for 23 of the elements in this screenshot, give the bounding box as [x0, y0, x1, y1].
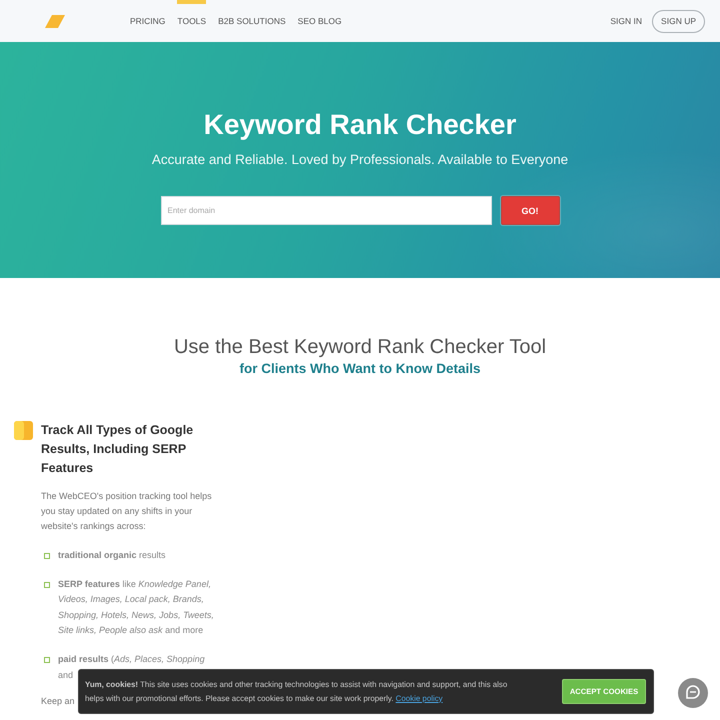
feature-item-text: paid results (Ads, Places, Shopping and	[58, 652, 206, 681]
go-button[interactable]: GO!	[500, 196, 560, 225]
hero-subtitle: Accurate and Reliable. Loved by Professionals. Available to Everyone	[152, 151, 568, 169]
feature-outro: Keep an	[41, 695, 75, 708]
chat-icon[interactable]	[678, 678, 708, 708]
section-title: Use the Best Keyword Rank Checker Tool	[174, 335, 546, 359]
feature-intro: The WebCEO's position tracking tool helps you stay updated on any shifts in your website's rankings across:	[41, 490, 213, 533]
bullet-icon	[44, 582, 50, 588]
nav-link[interactable]: PRICING	[130, 0, 166, 42]
section-subtitle: for Clients Who Want to Know Details	[240, 360, 480, 378]
domain-input[interactable]: Enter domain	[160, 196, 492, 225]
hero-title: Keyword Rank Checker	[204, 108, 516, 142]
feature-item-text: SERP features like Knowledge Panel, Videos, Images, Local pack, Brands, Shopping, Hotels, News, Jobs, Tweets, Site links, People also ask and more	[58, 578, 215, 638]
nav-link[interactable]: B2B SOLUTIONS	[218, 0, 286, 42]
feature-item-text: traditional organic results	[58, 549, 167, 562]
sign-up-button[interactable]: SIGN UP	[652, 10, 705, 32]
bullet-icon	[44, 553, 50, 559]
nav-link[interactable]: SEO BLOG	[298, 0, 342, 42]
tile-icon	[14, 421, 33, 440]
feature-heading: Track All Types of Google Results, Including SERP Features	[41, 422, 194, 477]
bullet-icon	[44, 656, 50, 663]
nav-link[interactable]: TOOLS	[177, 0, 206, 42]
sign-in-link[interactable]: SIGN IN	[610, 16, 642, 26]
